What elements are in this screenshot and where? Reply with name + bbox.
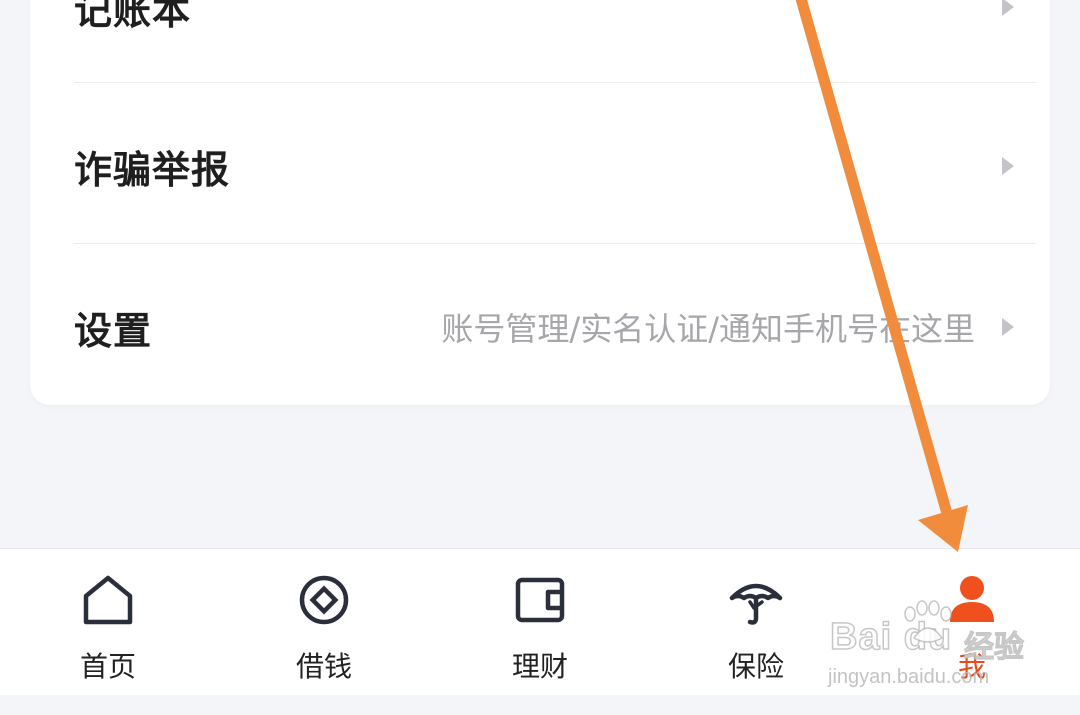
menu-item-label: 诈骗举报	[74, 147, 231, 192]
tab-label: 首页	[79, 650, 136, 683]
menu-card: 记账本 诈骗举报 设置 账号管理/实名认证/通知手机号在这里	[30, 0, 1050, 405]
tab-finance[interactable]: 理财	[432, 549, 648, 696]
tab-borrow[interactable]: 借钱	[216, 549, 432, 696]
tab-insurance[interactable]: 保险	[648, 549, 864, 696]
tab-label: 我	[957, 650, 986, 683]
tab-home[interactable]: 首页	[0, 549, 216, 696]
bottom-tab-bar: 首页 借钱 理财 保险 我	[0, 548, 1080, 696]
chevron-right-icon	[1002, 318, 1014, 336]
divider	[74, 243, 1036, 244]
home-icon	[83, 575, 133, 625]
menu-item-fraud-report[interactable]: 诈骗举报	[30, 126, 1050, 206]
menu-item-subtitle: 账号管理/实名认证/通知手机号在这里	[441, 310, 975, 348]
person-icon	[950, 576, 994, 622]
umbrella-icon	[729, 583, 783, 625]
menu-item-label: 记账本	[74, 0, 192, 33]
tab-me[interactable]: 我	[864, 549, 1080, 696]
divider	[74, 82, 1036, 83]
tab-label: 理财	[511, 650, 568, 683]
menu-item-settings[interactable]: 设置 账号管理/实名认证/通知手机号在这里	[30, 287, 1050, 367]
tab-label: 保险	[727, 650, 784, 683]
menu-item-ledger[interactable]: 记账本	[30, 0, 1050, 47]
coin-icon	[299, 575, 349, 625]
chevron-right-icon	[1002, 0, 1014, 16]
chevron-right-icon	[1002, 157, 1014, 175]
home-indicator-area	[0, 695, 1080, 715]
wallet-icon	[515, 577, 565, 623]
tab-label: 借钱	[295, 650, 352, 683]
menu-item-label: 设置	[74, 308, 153, 353]
